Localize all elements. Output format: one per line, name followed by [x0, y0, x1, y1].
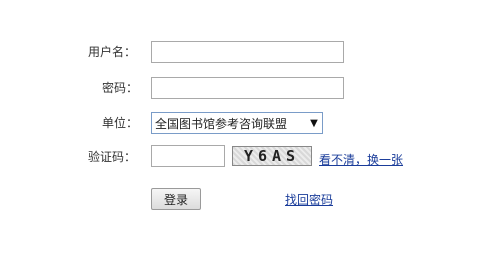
- password-label: 密码：: [102, 81, 139, 95]
- forgot-password-link[interactable]: 找回密码: [285, 193, 333, 207]
- username-input[interactable]: [151, 41, 344, 63]
- captcha-refresh-link[interactable]: 看不清，换一张: [319, 153, 403, 167]
- captcha-image-text: Y6AS: [243, 147, 301, 165]
- dropdown-arrow-icon: ▼: [310, 117, 318, 129]
- captcha-image[interactable]: Y6AS: [232, 146, 312, 166]
- unit-select[interactable]: 全国图书馆参考咨询联盟 ▼: [151, 112, 323, 134]
- username-label: 用户名：: [88, 45, 137, 59]
- unit-label: 单位：: [102, 116, 139, 130]
- password-input[interactable]: [151, 77, 344, 99]
- unit-select-value: 全国图书馆参考咨询联盟: [155, 116, 288, 131]
- login-form: 用户名： 密码： 单位： 全国图书馆参考咨询联盟 ▼ 验证码： Y6AS 看不清…: [0, 0, 489, 258]
- captcha-label: 验证码：: [88, 150, 137, 164]
- login-button[interactable]: 登录: [151, 188, 201, 210]
- captcha-input[interactable]: [151, 145, 225, 167]
